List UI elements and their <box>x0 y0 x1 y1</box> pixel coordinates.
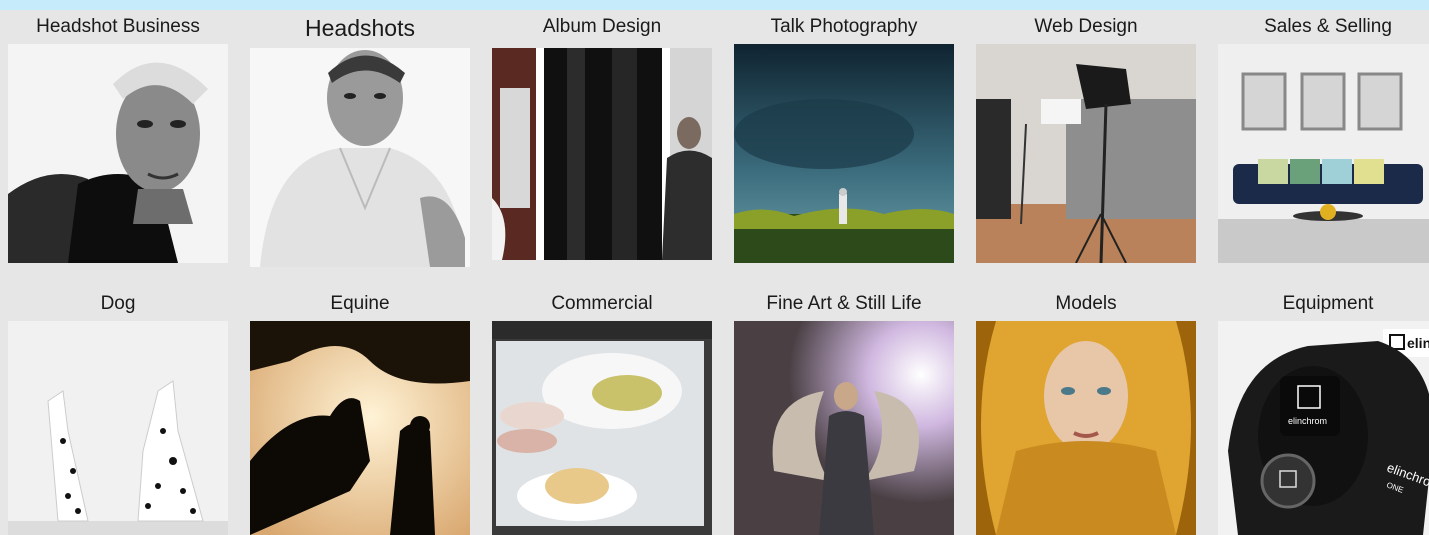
category-image-sales-selling[interactable] <box>1218 44 1429 263</box>
category-image-models[interactable] <box>976 321 1196 535</box>
category-label[interactable]: Dog <box>8 292 228 316</box>
category-image-album-design[interactable] <box>492 48 712 260</box>
category-label[interactable]: Equine <box>250 292 470 316</box>
category-gallery: Headshot Business Headshots Album Design… <box>0 10 1429 535</box>
category-label[interactable]: Fine Art & Still Life <box>734 292 954 316</box>
category-image-commercial[interactable] <box>492 321 712 535</box>
equipment-screen-brand-text: elinchrom <box>1288 416 1327 426</box>
category-label[interactable]: Headshot Business <box>8 15 228 39</box>
category-label[interactable]: Headshots <box>250 16 470 40</box>
category-label[interactable]: Album Design <box>492 15 712 39</box>
category-label[interactable]: Models <box>976 292 1196 316</box>
category-image-talk-photography[interactable] <box>734 44 954 263</box>
category-image-web-design[interactable] <box>976 44 1196 263</box>
category-image-fine-art-still-life[interactable] <box>734 321 954 535</box>
category-label[interactable]: Commercial <box>492 292 712 316</box>
category-label[interactable]: Sales & Selling <box>1218 15 1429 39</box>
category-label[interactable]: Equipment <box>1218 292 1429 316</box>
category-image-equipment[interactable]: elinchrom elinchrom elinchrom ONE <box>1218 321 1429 535</box>
category-image-dog[interactable] <box>8 321 228 535</box>
category-image-headshot-business[interactable] <box>8 44 228 263</box>
category-label[interactable]: Talk Photography <box>734 15 954 39</box>
category-image-headshots[interactable] <box>250 48 470 267</box>
equipment-brand-logo-text: elinchrom <box>1407 335 1429 351</box>
category-image-equine[interactable] <box>250 321 470 535</box>
category-label[interactable]: Web Design <box>976 15 1196 39</box>
